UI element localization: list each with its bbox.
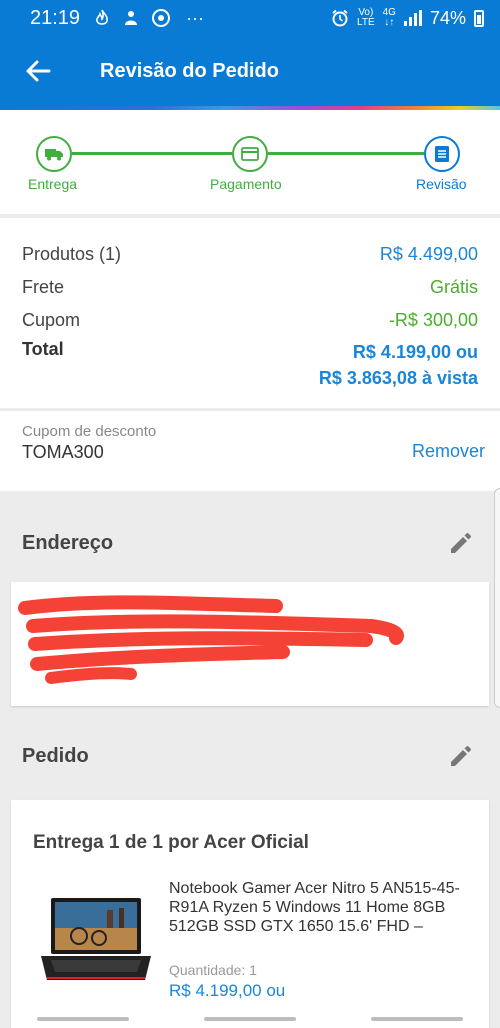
- redaction-scribble: [18, 595, 404, 684]
- shield-person-icon: [125, 11, 138, 25]
- coupon-discount-value: -R$ 300,00: [388, 310, 478, 330]
- system-icons: Vo) LTE 4G ↓↑ 74%: [331, 8, 484, 29]
- order-summary: Produtos (1) R$ 4.499,00 Frete Grátis Cu…: [0, 218, 500, 408]
- alarm-icon: [332, 9, 348, 27]
- products-label: Produtos (1): [22, 244, 122, 264]
- summary-row-total: Total R$ 4.199,00 ou R$ 3.863,08 à vista: [22, 339, 478, 391]
- nav-recent-button[interactable]: [37, 1017, 130, 1021]
- order-section-title: Pedido: [22, 745, 89, 767]
- coupon-discount-label: Cupom: [22, 310, 81, 330]
- step-connector-2: [268, 152, 424, 155]
- order-card: Entrega 1 de 1 por Acer Oficial Notebook…: [11, 800, 489, 1028]
- more-notifications-icon: ···: [186, 7, 205, 28]
- summary-row-coupon: Cupom -R$ 300,00: [22, 304, 478, 337]
- notification-icons: ···: [94, 8, 204, 29]
- pencil-icon: [451, 533, 471, 553]
- volte-icon: Vo) LTE: [357, 7, 375, 28]
- checkout-stepper: Entrega Pagamento Revisão: [0, 110, 500, 214]
- back-button[interactable]: [8, 36, 68, 106]
- coupon-field-label: Cupom de desconto: [22, 423, 157, 440]
- fire-icon: [96, 9, 109, 25]
- credit-card-icon: [241, 147, 259, 161]
- edit-address-button[interactable]: [446, 528, 476, 558]
- system-nav-bar: [0, 1010, 500, 1028]
- remove-coupon-button[interactable]: Remover: [412, 441, 485, 462]
- laptop-product-image: [41, 898, 151, 980]
- product-quantity: Quantidade: 1: [169, 962, 257, 978]
- nav-back-button[interactable]: [370, 1017, 463, 1021]
- total-label: Total: [22, 339, 64, 359]
- step-entrega[interactable]: [36, 136, 72, 172]
- shipping-label: Frete: [22, 277, 65, 297]
- nav-home-button[interactable]: [203, 1017, 296, 1021]
- step-revisao[interactable]: [424, 136, 460, 172]
- app-bar: Revisão do Pedido: [0, 36, 500, 106]
- truck-icon: [45, 149, 63, 161]
- chrome-icon: [152, 9, 171, 27]
- step-label-entrega: Entrega: [28, 176, 78, 192]
- address-card[interactable]: [11, 582, 489, 706]
- address-section-title: Endereço: [22, 532, 114, 554]
- battery-percent: 74%: [429, 7, 466, 28]
- page-title: Revisão do Pedido: [100, 59, 279, 82]
- coupon-box: Cupom de desconto TOMA300 Remover: [0, 411, 500, 491]
- pencil-icon: [451, 746, 471, 766]
- network-4g-icon: 4G ↓↑: [382, 7, 396, 28]
- shipping-value: Grátis: [429, 277, 478, 297]
- step-label-pagamento: Pagamento: [210, 176, 282, 192]
- arrow-back-icon: [26, 60, 51, 82]
- signal-icon: [403, 10, 422, 26]
- battery-icon: [474, 9, 484, 27]
- step-label-revisao: Revisão: [416, 176, 467, 192]
- total-value: R$ 4.199,00 ou: [352, 342, 478, 362]
- summary-row-products: Produtos (1) R$ 4.499,00: [22, 238, 478, 271]
- status-bar: 21:19 ··· Vo) LTE 4G ↓↑ 74%: [0, 0, 500, 36]
- edit-order-button[interactable]: [446, 741, 476, 771]
- status-time: 21:19: [30, 6, 81, 29]
- products-value: R$ 4.499,00: [379, 244, 478, 264]
- step-connector-1: [72, 152, 232, 155]
- scroll-handle[interactable]: [494, 488, 500, 708]
- product-price: R$ 4.199,00 ou: [169, 981, 286, 1000]
- step-pagamento[interactable]: [232, 136, 268, 172]
- total-cash-value: R$ 3.863,08 à vista: [318, 368, 478, 388]
- summary-row-shipping: Frete Grátis: [22, 271, 478, 304]
- delivery-title: Entrega 1 de 1 por Acer Oficial: [33, 832, 309, 853]
- coupon-code: TOMA300: [22, 442, 104, 462]
- product-name: Notebook Gamer Acer Nitro 5 AN515-45-R91…: [169, 880, 460, 935]
- list-document-icon: [435, 146, 449, 162]
